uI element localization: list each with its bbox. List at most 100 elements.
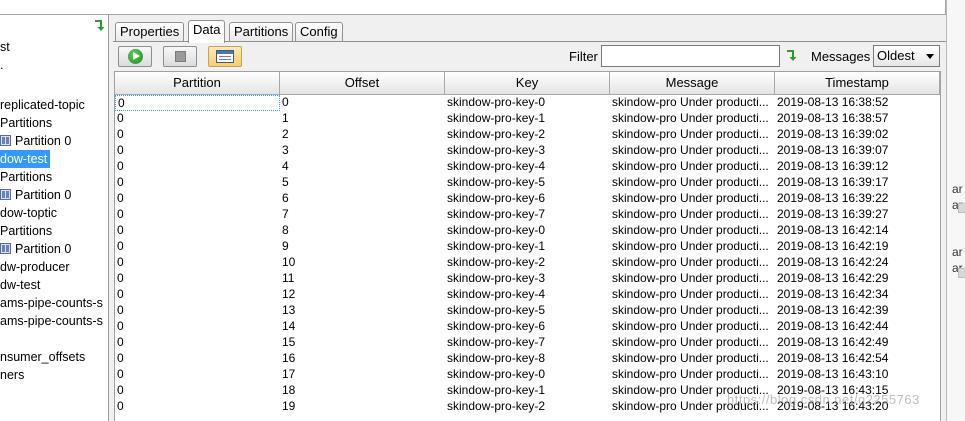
cell-timestamp[interactable]: 2019-08-13 16:43:10 <box>775 367 940 383</box>
cell-timestamp[interactable]: 2019-08-13 16:42:49 <box>775 335 940 351</box>
cell-timestamp[interactable]: 2019-08-13 16:42:24 <box>775 255 940 271</box>
cell-offset[interactable]: 3 <box>280 143 445 159</box>
cell-key[interactable]: skindow-pro-key-4 <box>445 159 610 175</box>
cell-offset[interactable]: 6 <box>280 191 445 207</box>
cell-key[interactable]: skindow-pro-key-1 <box>445 239 610 255</box>
cell-offset[interactable]: 16 <box>280 351 445 367</box>
view-mode-button[interactable] <box>208 46 242 67</box>
cell-timestamp[interactable]: 2019-08-13 16:42:44 <box>775 319 940 335</box>
cell-partition[interactable]: 0 <box>115 351 280 367</box>
tree-node[interactable]: . <box>0 56 3 74</box>
column-header-message[interactable]: Message <box>610 72 775 95</box>
cell-offset[interactable]: 15 <box>280 335 445 351</box>
cell-message[interactable]: skindow-pro Under producti... <box>610 127 775 143</box>
tree-node[interactable]: Partitions <box>0 114 52 132</box>
cell-timestamp[interactable]: 2019-08-13 16:38:57 <box>775 111 940 127</box>
refresh-arrow-icon[interactable] <box>92 19 106 33</box>
table-row[interactable]: 0 7 skindow-pro-key-7 skindow-pro Under pro… <box>115 207 940 223</box>
cell-key[interactable]: skindow-pro-key-3 <box>445 271 610 287</box>
cell-message[interactable]: skindow-pro Under producti... <box>610 111 775 127</box>
cell-timestamp[interactable]: 2019-08-13 16:42:14 <box>775 223 940 239</box>
cell-timestamp[interactable]: 2019-08-13 16:42:39 <box>775 303 940 319</box>
cell-partition[interactable]: 0 <box>115 319 280 335</box>
tree-node[interactable]: dw-test <box>0 276 40 294</box>
cell-message[interactable]: skindow-pro Under producti... <box>610 159 775 175</box>
column-header-offset[interactable]: Offset <box>280 72 445 95</box>
tree-node[interactable]: Partitions <box>0 168 52 186</box>
tree-node[interactable]: Partition 0 <box>0 132 71 150</box>
table-row[interactable]: 0 5 skindow-pro-key-5 skindow-pro Under pro… <box>115 175 940 191</box>
cell-message[interactable]: skindow-pro Under producti... <box>610 207 775 223</box>
tree-node[interactable]: nsumer_offsets <box>0 348 85 366</box>
tab-partitions[interactable]: Partitions <box>229 22 294 42</box>
table-row[interactable]: 0 6 skindow-pro-key-6 skindow-pro Under pro… <box>115 191 940 207</box>
cell-message[interactable]: skindow-pro Under producti... <box>610 191 775 207</box>
tree-node[interactable]: st <box>0 38 10 56</box>
cell-partition[interactable]: 0 <box>115 159 280 175</box>
table-row[interactable]: 0 16 skindow-pro-key-8 skindow-pro Under pr… <box>115 351 940 367</box>
table-row[interactable]: 0 8 skindow-pro-key-0 skindow-pro Under pro… <box>115 223 940 239</box>
table-row[interactable]: 0 13 skindow-pro-key-5 skindow-pro Under pr… <box>115 303 940 319</box>
cell-offset[interactable]: 13 <box>280 303 445 319</box>
cell-key[interactable]: skindow-pro-key-8 <box>445 351 610 367</box>
cell-offset[interactable]: 11 <box>280 271 445 287</box>
cell-key[interactable]: skindow-pro-key-3 <box>445 143 610 159</box>
cell-key[interactable]: skindow-pro-key-0 <box>445 367 610 383</box>
cell-partition[interactable]: 0 <box>115 191 280 207</box>
cell-message[interactable]: skindow-pro Under producti... <box>610 319 775 335</box>
tree-node[interactable]: ams-pipe-counts-s <box>0 294 103 312</box>
cell-partition[interactable]: 0 <box>115 239 280 255</box>
cell-offset[interactable]: 17 <box>280 367 445 383</box>
table-row[interactable]: 0 2 skindow-pro-key-2 skindow-pro Under pro… <box>115 127 940 143</box>
cell-partition[interactable]: 0 <box>115 111 280 127</box>
cell-timestamp[interactable]: 2019-08-13 16:39:22 <box>775 191 940 207</box>
table-row[interactable]: 0 1 skindow-pro-key-1 skindow-pro Under pro… <box>115 111 940 127</box>
cell-offset[interactable]: 2 <box>280 127 445 143</box>
cell-message[interactable]: skindow-pro Under producti... <box>610 351 775 367</box>
cell-offset[interactable]: 19 <box>280 399 445 415</box>
topic-tree-panel[interactable]: st. replicated-topic Partitions Partition 0… <box>0 15 109 421</box>
table-row[interactable]: 0 9 skindow-pro-key-1 skindow-pro Under pro… <box>115 239 940 255</box>
tree-node[interactable]: Partition 0 <box>0 240 71 258</box>
column-header-key[interactable]: Key <box>445 72 610 95</box>
cell-timestamp[interactable]: 2019-08-13 16:39:07 <box>775 143 940 159</box>
cell-partition[interactable]: 0 <box>115 287 280 303</box>
cell-partition[interactable]: 0 <box>115 383 280 399</box>
cell-key[interactable]: skindow-pro-key-1 <box>445 111 610 127</box>
tree-node[interactable]: dow-toptic <box>0 204 57 222</box>
column-header-timestamp[interactable]: Timestamp <box>775 72 940 95</box>
cell-key[interactable]: skindow-pro-key-2 <box>445 399 610 415</box>
cell-key[interactable]: skindow-pro-key-5 <box>445 175 610 191</box>
messages-table[interactable]: Partition Offset Key Message Timestamp 0… <box>114 71 941 421</box>
cell-timestamp[interactable]: 2019-08-13 16:42:54 <box>775 351 940 367</box>
tab-config[interactable]: Config <box>295 22 343 42</box>
cell-partition[interactable]: 0 <box>115 95 280 111</box>
cell-offset[interactable]: 4 <box>280 159 445 175</box>
tab-data[interactable]: Data <box>188 20 226 43</box>
cell-partition[interactable]: 0 <box>115 271 280 287</box>
cell-message[interactable]: skindow-pro Under producti... <box>610 335 775 351</box>
cell-key[interactable]: skindow-pro-key-0 <box>445 223 610 239</box>
cell-key[interactable]: skindow-pro-key-6 <box>445 191 610 207</box>
cell-partition[interactable]: 0 <box>115 143 280 159</box>
cell-offset[interactable]: 12 <box>280 287 445 303</box>
cell-partition[interactable]: 0 <box>115 207 280 223</box>
cell-partition[interactable]: 0 <box>115 399 280 415</box>
stop-button[interactable] <box>163 46 197 67</box>
tree-node[interactable]: ners <box>0 366 24 384</box>
tree-node[interactable]: dw-producer <box>0 258 69 276</box>
cell-message[interactable]: skindow-pro Under producti... <box>610 303 775 319</box>
cell-key[interactable]: skindow-pro-key-2 <box>445 255 610 271</box>
cell-message[interactable]: skindow-pro Under producti... <box>610 287 775 303</box>
table-row[interactable]: 0 11 skindow-pro-key-3 skindow-pro Under pr… <box>115 271 940 287</box>
cell-message[interactable]: skindow-pro Under producti... <box>610 175 775 191</box>
cell-partition[interactable]: 0 <box>115 223 280 239</box>
cell-key[interactable]: skindow-pro-key-7 <box>445 207 610 223</box>
cell-key[interactable]: skindow-pro-key-7 <box>445 335 610 351</box>
cell-offset[interactable]: 18 <box>280 383 445 399</box>
cell-offset[interactable]: 5 <box>280 175 445 191</box>
cell-message[interactable]: skindow-pro Under producti... <box>610 239 775 255</box>
start-button[interactable] <box>118 46 152 67</box>
table-row[interactable]: 0 3 skindow-pro-key-3 skindow-pro Under pro… <box>115 143 940 159</box>
cell-timestamp[interactable]: 2019-08-13 16:39:17 <box>775 175 940 191</box>
